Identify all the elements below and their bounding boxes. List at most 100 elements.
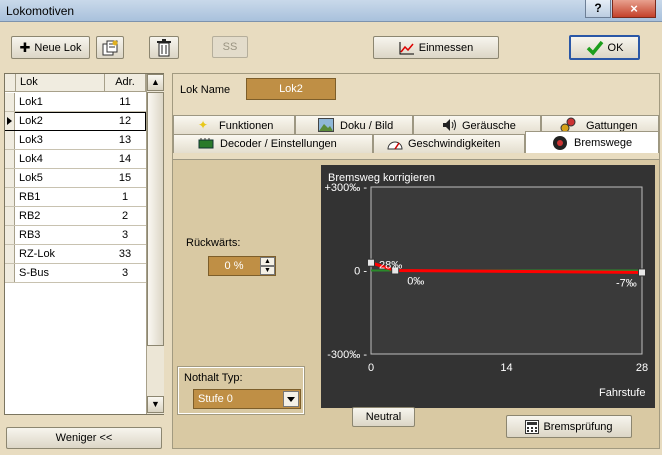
list-scrollbar[interactable]: ▲ ▼ xyxy=(146,74,164,414)
loco-adr-cell: 13 xyxy=(118,134,132,146)
list-item[interactable]: RB3 3 xyxy=(5,226,146,245)
loco-adr-cell: 3 xyxy=(121,267,129,279)
reverse-spinner[interactable]: 0 % ▲ ▼ xyxy=(208,256,276,276)
tab-label: Geschwindigkeiten xyxy=(408,138,501,150)
help-button[interactable]: ? xyxy=(585,0,611,18)
data-point-handle xyxy=(638,268,646,277)
tab-funktionen[interactable]: ✦ Funktionen xyxy=(173,115,295,134)
loco-adr-cell: 1 xyxy=(121,191,129,203)
tab-geraeusche[interactable]: Geräusche xyxy=(413,115,541,134)
neutral-button[interactable]: Neutral xyxy=(352,407,415,427)
x-tick-label: 28 xyxy=(636,362,648,374)
loco-details-panel: Lok Name Lok2 ✦ Funktionen Doku / Bild G… xyxy=(172,73,660,449)
loco-adr-cell: 11 xyxy=(119,96,131,108)
copy-button[interactable] xyxy=(96,36,124,59)
emergency-select[interactable]: Stufe 0 xyxy=(193,389,301,409)
row-indicator xyxy=(5,93,15,111)
column-header-adr[interactable]: Adr. xyxy=(105,74,146,92)
column-header-lok[interactable]: Lok xyxy=(16,74,105,92)
loco-adr-cell: 2 xyxy=(121,210,129,222)
brake-test-label: Bremsprüfung xyxy=(543,420,613,433)
loco-name-cell: RB1 xyxy=(19,191,41,203)
emergency-label: Nothalt Typ: xyxy=(184,372,243,384)
list-item[interactable]: RZ-Lok 33 xyxy=(5,245,146,264)
new-loco-button[interactable]: ✚ Neue Lok xyxy=(11,36,90,59)
data-label: 28‰ xyxy=(379,260,402,272)
trash-icon xyxy=(157,38,171,56)
list-item[interactable]: Lok4 14 xyxy=(5,150,146,169)
loco-adr-cell: 14 xyxy=(118,153,132,165)
scroll-down-button[interactable]: ▼ xyxy=(147,396,164,413)
reverse-value: 0 % xyxy=(224,260,244,272)
x-axis-label: Fahrstufe xyxy=(599,387,646,399)
data-label: -7‰ xyxy=(616,277,637,289)
tab-label: Geräusche xyxy=(462,120,516,132)
loco-name-field[interactable]: Lok2 xyxy=(246,78,336,100)
row-indicator xyxy=(5,188,15,206)
row-indicator xyxy=(5,169,15,187)
spin-down-button[interactable]: ▼ xyxy=(260,266,275,275)
plus-icon: ✚ xyxy=(19,39,31,55)
loco-name-cell: RB3 xyxy=(19,229,41,241)
delete-button[interactable] xyxy=(149,36,179,59)
brake-test-button[interactable]: Bremsprüfung xyxy=(506,415,632,438)
row-indicator xyxy=(5,264,15,282)
loco-name-cell: RZ-Lok xyxy=(19,248,56,260)
loco-name-cell: Lok1 xyxy=(19,96,43,108)
reverse-label: Rückwärts: xyxy=(186,237,241,249)
brake-chart[interactable]: Bremsweg korrigieren +300‰ -0 - -300‰ -01… xyxy=(321,165,655,408)
loco-name-label: Lok Name xyxy=(180,84,231,96)
chart-svg[interactable]: +300‰ - 0 - -300‰ -0 14 28 28‰ 0‰ -7‰ xyxy=(321,165,655,408)
tab-label: Doku / Bild xyxy=(340,120,394,132)
row-indicator xyxy=(5,226,15,244)
loco-name-cell: Lok2 xyxy=(19,115,43,127)
loco-adr-cell: 3 xyxy=(121,229,129,241)
list-item[interactable]: S-Bus 3 xyxy=(5,264,146,283)
scroll-up-button[interactable]: ▲ xyxy=(147,74,164,91)
calibrate-button[interactable]: Einmessen xyxy=(373,36,499,59)
scroll-thumb[interactable] xyxy=(147,92,164,346)
spin-up-button[interactable]: ▲ xyxy=(260,257,275,266)
loco-adr-cell: 15 xyxy=(118,172,132,184)
fewer-button[interactable]: Weniger << xyxy=(6,427,162,449)
list-item[interactable]: Lok3 13 xyxy=(5,131,146,150)
data-point-handle xyxy=(367,258,375,267)
dropdown-button[interactable] xyxy=(283,391,299,407)
speedometer-icon xyxy=(387,141,403,150)
y-tick-label: -300‰ - xyxy=(327,349,367,361)
tab-doku-bild[interactable]: Doku / Bild xyxy=(295,115,413,134)
y-tick-label: +300‰ - xyxy=(325,182,368,194)
data-label: 0‰ xyxy=(407,276,424,288)
new-loco-label: Neue Lok xyxy=(34,41,82,54)
window-title: Lokomotiven xyxy=(6,4,75,18)
calculator-icon xyxy=(525,419,540,434)
tab-decoder-einstellungen[interactable]: Decoder / Einstellungen xyxy=(173,134,373,153)
x-tick-label: 0 xyxy=(368,362,374,374)
list-item[interactable]: Lok1 11 xyxy=(5,93,146,112)
loco-adr-cell: 12 xyxy=(118,115,132,127)
ok-label: OK xyxy=(607,41,624,54)
sparkle-icon: ✦ xyxy=(198,118,209,132)
tab-bremswege[interactable]: Bremswege xyxy=(525,131,659,153)
tab-geschwindigkeiten[interactable]: Geschwindigkeiten xyxy=(373,134,525,153)
list-item[interactable]: RB1 1 xyxy=(5,188,146,207)
speaker-icon xyxy=(443,119,456,131)
loco-name-cell: Lok5 xyxy=(19,172,43,184)
row-indicator-header xyxy=(5,74,16,92)
loco-adr-cell: 33 xyxy=(118,248,132,260)
list-item[interactable]: RB2 2 xyxy=(5,207,146,226)
checkmark-icon xyxy=(586,40,603,56)
row-indicator xyxy=(5,131,15,149)
bremswege-panel: Rückwärts: 0 % ▲ ▼ Nothalt Typ: Stufe 0 … xyxy=(173,159,659,448)
list-item-selected[interactable]: Lok2 12 xyxy=(5,112,146,131)
list-item[interactable]: Lok5 15 xyxy=(5,169,146,188)
row-indicator xyxy=(5,150,15,168)
ok-button[interactable]: OK xyxy=(569,35,640,60)
x-tick-label: 14 xyxy=(500,362,512,374)
chart-icon xyxy=(399,41,414,54)
decoder-chip-icon xyxy=(198,138,214,149)
loco-name-cell: S-Bus xyxy=(19,267,49,279)
close-button[interactable]: × xyxy=(612,0,656,18)
calibrate-label: Einmessen xyxy=(418,41,474,54)
disabled-button[interactable]: SS xyxy=(212,36,248,58)
